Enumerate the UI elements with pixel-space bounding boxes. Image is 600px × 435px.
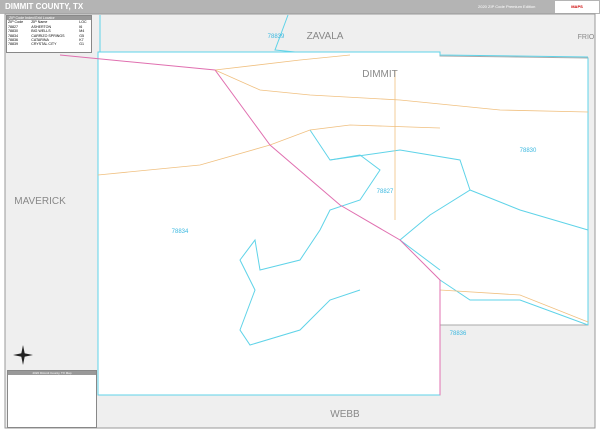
zip-label-78834: 78834 xyxy=(172,229,189,235)
county-label-frio: FRIO xyxy=(578,34,595,41)
zip-loc: G1 xyxy=(79,42,85,47)
zip-name: CRYSTAL CITY xyxy=(31,42,57,47)
table-row: 78839 CRYSTAL CITY G1 xyxy=(7,42,91,46)
map-legend-title: 2020 Dimmit County, TX Map xyxy=(8,371,96,375)
county-label-maverick: MAVERICK xyxy=(14,196,66,207)
county-label-dimmit: DIMMIT xyxy=(362,69,398,80)
county-label-webb: WEBB xyxy=(330,409,360,420)
county-label-zavala: ZAVALA xyxy=(307,31,344,42)
zip-code: 78839 xyxy=(8,42,18,47)
map-legend: 2020 Dimmit County, TX Map xyxy=(7,370,97,428)
zip-label-78839: 78839 xyxy=(268,34,285,40)
zip-index-legend: ZIP Code Index/Grid Locator ZIP Code ZIP … xyxy=(6,15,92,53)
zip-label-78830: 78830 xyxy=(520,148,537,154)
zip-label-78827: 78827 xyxy=(377,189,394,195)
zip-label-78836: 78836 xyxy=(450,331,467,337)
